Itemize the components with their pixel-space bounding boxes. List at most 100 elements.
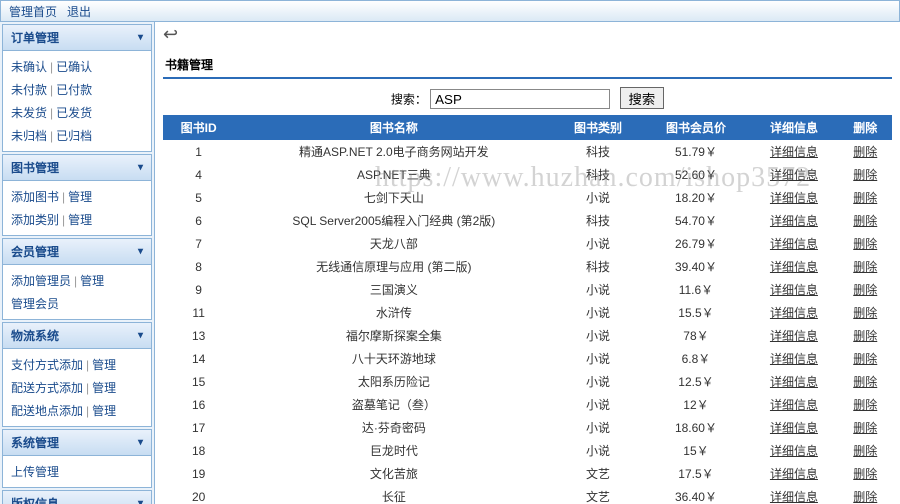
sidebar-link[interactable]: 未发货 — [11, 106, 47, 120]
sidebar-link[interactable]: 管理 — [68, 190, 92, 204]
sidebar-panel-title: 物流系统 — [11, 327, 59, 344]
sidebar-panel-head[interactable]: 系统管理▾ — [3, 430, 151, 456]
table-cell: 5 — [163, 186, 234, 209]
sidebar-panel: 图书管理▾添加图书|管理添加类别|管理 — [2, 154, 152, 236]
table-cell: 三国演义 — [234, 278, 553, 301]
sidebar-panel-head[interactable]: 会员管理▾ — [3, 239, 151, 265]
table-cell: ASP.NET三典 — [234, 163, 553, 186]
delete-link[interactable]: 删除 — [853, 421, 877, 435]
detail-link[interactable]: 详细信息 — [770, 421, 818, 435]
table-cell: 16 — [163, 393, 234, 416]
delete-link[interactable]: 删除 — [853, 214, 877, 228]
table-row: 11水浒传小说15.5￥详细信息删除 — [163, 301, 892, 324]
detail-link[interactable]: 详细信息 — [770, 260, 818, 274]
detail-link[interactable]: 详细信息 — [770, 329, 818, 343]
sidebar-link[interactable]: 已发货 — [56, 106, 92, 120]
detail-link[interactable]: 详细信息 — [770, 375, 818, 389]
table-cell: 13 — [163, 324, 234, 347]
delete-link[interactable]: 删除 — [853, 375, 877, 389]
table-cell: 巨龙时代 — [234, 439, 553, 462]
table-row: 4ASP.NET三典科技52.60￥详细信息删除 — [163, 163, 892, 186]
sidebar-panel: 订单管理▾未确认|已确认未付款|已付款未发货|已发货未归档|已归档 — [2, 24, 152, 152]
sidebar-link[interactable]: 未归档 — [11, 129, 47, 143]
table-cell: 小说 — [553, 186, 642, 209]
sidebar-link[interactable]: 添加类别 — [11, 213, 59, 227]
sidebar-panel-body: 添加图书|管理添加类别|管理 — [3, 181, 151, 235]
detail-link[interactable]: 详细信息 — [770, 444, 818, 458]
sidebar-link[interactable]: 未付款 — [11, 83, 47, 97]
detail-link[interactable]: 详细信息 — [770, 237, 818, 251]
sidebar-panel-head[interactable]: 物流系统▾ — [3, 323, 151, 349]
table-row: 18巨龙时代小说15￥ 详细信息 删除 — [163, 439, 892, 462]
sidebar-link[interactable]: 管理 — [92, 358, 116, 372]
sidebar-link[interactable]: 管理 — [80, 274, 104, 288]
search-button[interactable]: 搜索 — [620, 87, 665, 109]
table-header: 图书类别 — [553, 115, 642, 140]
table-cell: 54.70￥ — [643, 209, 750, 232]
sidebar-link[interactable]: 支付方式添加 — [11, 358, 83, 372]
table-cell: 小说 — [553, 439, 642, 462]
table-header: 图书会员价 — [643, 115, 750, 140]
sidebar-panel-head[interactable]: 订单管理▾ — [3, 25, 151, 51]
sidebar-link[interactable]: 管理 — [68, 213, 92, 227]
detail-link[interactable]: 详细信息 — [770, 490, 818, 504]
delete-link[interactable]: 删除 — [853, 260, 877, 274]
sidebar-link[interactable]: 未确认 — [11, 60, 47, 74]
delete-link[interactable]: 删除 — [853, 329, 877, 343]
table-cell: 17 — [163, 416, 234, 439]
sidebar-panel-head[interactable]: 版权信息▾ — [3, 491, 151, 504]
detail-link[interactable]: 详细信息 — [770, 191, 818, 205]
delete-link[interactable]: 删除 — [853, 237, 877, 251]
sidebar-link[interactable]: 配送地点添加 — [11, 404, 83, 418]
delete-link[interactable]: 删除 — [853, 398, 877, 412]
detail-link[interactable]: 详细信息 — [770, 283, 818, 297]
sidebar-link[interactable]: 已确认 — [56, 60, 92, 74]
sidebar-link[interactable]: 管理 — [92, 404, 116, 418]
table-row: 19文化苦旅文艺17.5￥详细信息删除 — [163, 462, 892, 485]
detail-link[interactable]: 详细信息 — [770, 352, 818, 366]
sidebar-link[interactable]: 已付款 — [56, 83, 92, 97]
table-cell: 达·芬奇密码 — [234, 416, 553, 439]
chevron-down-icon: ▾ — [138, 32, 143, 43]
detail-link[interactable]: 详细信息 — [770, 306, 818, 320]
sidebar-link[interactable]: 上传管理 — [11, 465, 59, 479]
table-cell: 15￥ — [643, 439, 750, 462]
sidebar-link[interactable]: 管理 — [92, 381, 116, 395]
table-cell: SQL Server2005编程入门经典 (第2版) — [234, 209, 553, 232]
chevron-down-icon: ▾ — [138, 246, 143, 257]
table-cell: 精通ASP.NET 2.0电子商务网站开发 — [234, 140, 553, 163]
delete-link[interactable]: 删除 — [853, 444, 877, 458]
delete-link[interactable]: 删除 — [853, 168, 877, 182]
delete-link[interactable]: 删除 — [853, 306, 877, 320]
table-cell: 18 — [163, 439, 234, 462]
detail-link[interactable]: 详细信息 — [770, 168, 818, 182]
table-cell: 51.79￥ — [643, 140, 750, 163]
delete-link[interactable]: 删除 — [853, 283, 877, 297]
sidebar-panel-head[interactable]: 图书管理▾ — [3, 155, 151, 181]
sidebar-link[interactable]: 添加图书 — [11, 190, 59, 204]
nav-home[interactable]: 管理首页 — [9, 3, 57, 20]
sidebar-link[interactable]: 添加管理员 — [11, 274, 71, 288]
detail-link[interactable]: 详细信息 — [770, 214, 818, 228]
sidebar-row: 管理会员 — [11, 292, 143, 315]
table-cell: 文艺 — [553, 462, 642, 485]
table-header: 图书名称 — [234, 115, 553, 140]
delete-link[interactable]: 删除 — [853, 467, 877, 481]
table-cell: 15 — [163, 370, 234, 393]
sidebar-link[interactable]: 管理会员 — [11, 297, 59, 311]
sidebar-link[interactable]: 已归档 — [56, 129, 92, 143]
search-input[interactable] — [430, 89, 610, 109]
detail-link[interactable]: 详细信息 — [770, 467, 818, 481]
delete-link[interactable]: 删除 — [853, 191, 877, 205]
delete-link[interactable]: 删除 — [853, 352, 877, 366]
delete-link[interactable]: 删除 — [853, 145, 877, 159]
separator: | — [47, 60, 56, 74]
detail-link[interactable]: 详细信息 — [770, 145, 818, 159]
table-cell: 12.5￥ — [643, 370, 750, 393]
delete-link[interactable]: 删除 — [853, 490, 877, 504]
back-icon[interactable]: ↩ — [163, 24, 178, 45]
detail-link[interactable]: 详细信息 — [770, 398, 818, 412]
sidebar-link[interactable]: 配送方式添加 — [11, 381, 83, 395]
page-title: 书籍管理 — [163, 52, 892, 79]
nav-logout[interactable]: 退出 — [67, 3, 91, 20]
